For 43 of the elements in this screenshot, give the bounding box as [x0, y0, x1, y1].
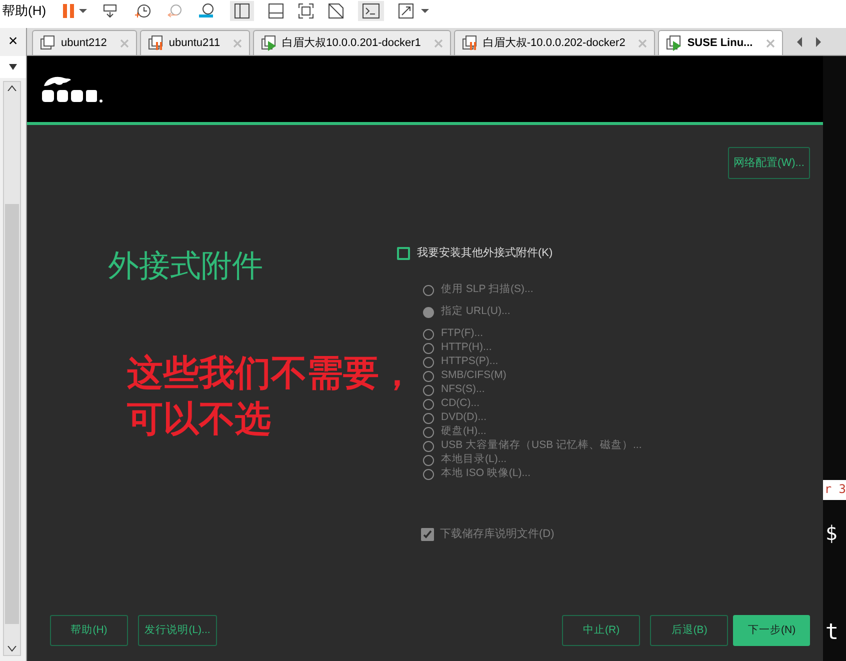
wizard-button[interactable]: 帮助(H) — [50, 615, 128, 646]
tab[interactable]: 白眉大叔-10.0.0.202-docker2 — [454, 30, 656, 55]
tab[interactable]: 白眉大叔10.0.0.201-docker1 — [253, 30, 451, 55]
wizard-button[interactable]: 后退(B) — [650, 615, 728, 646]
network-config-button[interactable]: 网络配置(W)... — [728, 147, 810, 179]
sidebar-layout-icon[interactable] — [234, 3, 250, 19]
paused-vm-icon — [462, 35, 478, 51]
page-title: 外接式附件 — [108, 247, 263, 285]
tab-label: ubuntu211 — [168, 36, 220, 51]
terminal-text: r 3 — [823, 480, 846, 500]
wizard-button[interactable]: 中止(R) — [562, 615, 640, 646]
annotation-text: 这些我们不需要， — [127, 351, 415, 395]
tab-label: SUSE Linu... — [687, 36, 753, 51]
tab-label: ubunt212 — [61, 36, 107, 51]
paused-vm-icon — [148, 35, 164, 51]
close-button[interactable]: × — [8, 30, 18, 54]
terminal-text: t — [824, 619, 840, 647]
tab[interactable]: SUSE Linu... — [658, 30, 783, 55]
pause-icon[interactable] — [60, 3, 88, 19]
fullscreen-icon[interactable] — [298, 3, 314, 19]
scroll-up-icon[interactable] — [7, 85, 17, 91]
checkbox-label[interactable]: 我要安装其他外接式附件(K) — [417, 245, 553, 262]
tab-label: 白眉大叔-10.0.0.202-docker2 — [482, 36, 626, 51]
scroll-down-icon[interactable] — [7, 646, 17, 652]
terminal-text: $ — [824, 520, 838, 547]
tab-label: 白眉大叔10.0.0.201-docker1 — [282, 36, 421, 51]
tab-scroll-icon[interactable] — [796, 37, 822, 47]
vm-icon — [40, 35, 56, 51]
running-vm-icon — [666, 35, 682, 51]
help-menu[interactable]: 帮助(H) — [2, 1, 46, 21]
tab[interactable]: ubuntu211 — [140, 30, 250, 55]
wizard-button[interactable]: 发行说明(L)... — [138, 615, 217, 646]
wizard-button[interactable]: 下一步(N) — [733, 615, 810, 646]
annotation-text: 可以不选 — [127, 397, 271, 441]
snapshot-icon[interactable] — [134, 3, 152, 19]
console-layout-icon[interactable] — [268, 3, 284, 19]
stretch-icon[interactable] — [398, 3, 430, 19]
caret-icon[interactable] — [8, 64, 18, 70]
terminal-icon[interactable] — [362, 3, 380, 19]
checkbox[interactable] — [397, 246, 410, 260]
tab[interactable]: ubunt212 — [32, 30, 137, 55]
scrollbar[interactable] — [3, 81, 21, 656]
running-vm-icon — [261, 35, 278, 51]
